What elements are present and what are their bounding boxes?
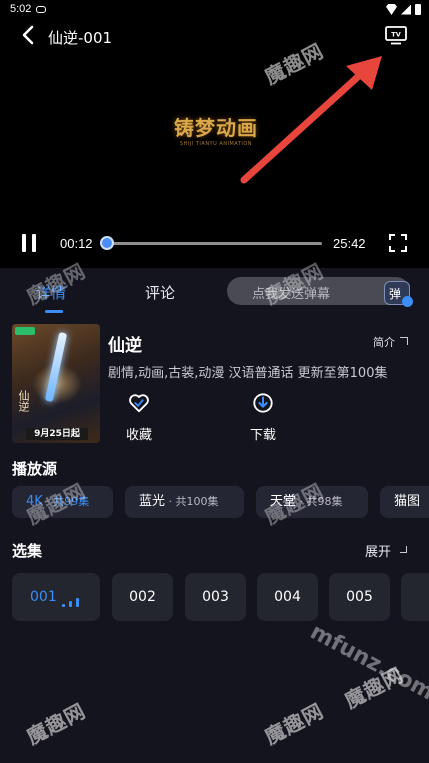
signal-icon [401, 4, 411, 15]
pause-icon[interactable] [22, 234, 38, 252]
show-meta: 剧情,动画,古装,动漫 汉语普通话 更新至第100集 [108, 366, 388, 381]
intro-button[interactable]: 简介 [373, 334, 395, 350]
episode-item[interactable]: 004 [257, 573, 318, 621]
poster-date: 9月25日起 [26, 428, 88, 440]
episode-item[interactable]: 003 [185, 573, 246, 621]
tab-comment[interactable]: 评论 [145, 282, 175, 303]
episode-item[interactable]: 001 [12, 573, 100, 621]
video-title: 仙逆-001 [48, 29, 113, 47]
source-section-title: 播放源 [12, 460, 58, 478]
episode-section-title: 选集 [12, 542, 43, 560]
wifi-icon [386, 4, 397, 15]
check-icon [402, 296, 413, 307]
watermark: 魔趣网 [22, 698, 90, 750]
tab-indicator [45, 310, 63, 313]
watermark: 魔趣网 [260, 698, 328, 750]
status-icons [386, 4, 421, 15]
source-chip[interactable]: 猫图 [380, 486, 429, 518]
svg-text:TV: TV [391, 31, 400, 39]
tv-cast-icon[interactable]: TV [384, 25, 408, 45]
progress-track[interactable] [104, 242, 322, 245]
total-time: 25:42 [333, 236, 366, 251]
episode-item[interactable]: 005 [329, 573, 390, 621]
watermark: 魔趣网 [22, 478, 90, 530]
fullscreen-icon[interactable] [389, 234, 407, 252]
poster-image: 仙逆 9月25日起 [12, 324, 100, 443]
episode-item[interactable] [401, 573, 429, 621]
status-bar: 5:02 [0, 0, 429, 20]
battery-icon [415, 4, 421, 15]
download-label: 下载 [249, 428, 276, 443]
download-button[interactable]: 下载 [243, 392, 283, 444]
download-icon [253, 393, 273, 413]
show-title: 仙逆 [108, 336, 142, 356]
danmaku-toggle-char: 弹 [389, 287, 402, 301]
source-name: 蓝光 [139, 494, 166, 509]
episode-item[interactable]: 002 [112, 573, 173, 621]
favorite-button[interactable]: 收藏 [118, 392, 160, 444]
expand-icon[interactable] [400, 546, 407, 553]
expand-corner-icon[interactable] [400, 337, 408, 345]
current-time: 00:12 [60, 236, 93, 251]
episode-list: 001 002 003 004 005 [12, 573, 429, 621]
gamepad-icon [36, 6, 46, 13]
poster-title: 仙逆 [17, 390, 30, 412]
progress-thumb[interactable] [100, 236, 114, 250]
favorite-label: 收藏 [125, 428, 152, 443]
video-player[interactable]: 5:02 仙逆-001 TV 铸梦动画 SHIJI TIANYU ANIMATI… [0, 0, 429, 268]
source-chip[interactable]: 蓝光 · 共100集 [125, 486, 244, 518]
player-controls: 00:12 25:42 [0, 228, 429, 258]
source-name: 猫图 [394, 494, 421, 509]
heart-icon [129, 394, 149, 413]
source-count: · 共100集 [165, 495, 219, 508]
annotation-arrow-icon [240, 56, 382, 184]
status-time: 5:02 [10, 3, 32, 15]
watermark: 魔趣网 [260, 478, 328, 530]
back-icon[interactable] [18, 24, 40, 46]
episode-number: 001 [30, 589, 57, 605]
playing-indicator-icon [62, 597, 84, 607]
danmaku-toggle-icon[interactable]: 弹 [384, 281, 413, 307]
poster-badge [15, 327, 35, 335]
expand-button[interactable]: 展开 [365, 541, 391, 560]
